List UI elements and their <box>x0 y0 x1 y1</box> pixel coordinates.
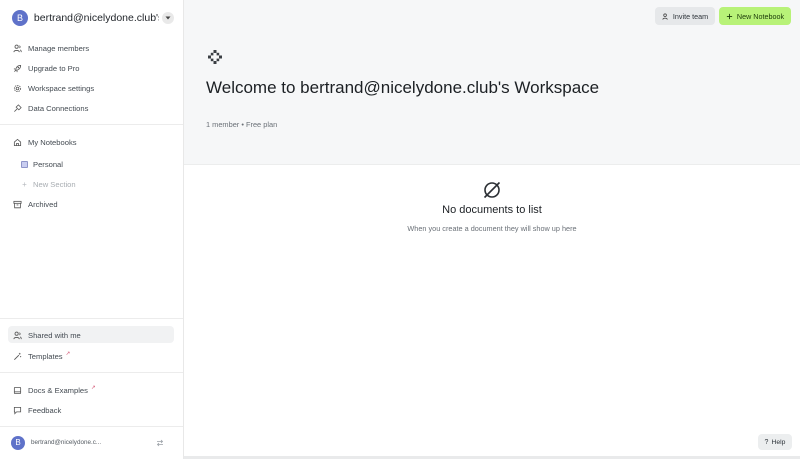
sidebar-item-label: Templates <box>28 351 63 361</box>
sidebar-item-docs-examples[interactable]: Docs & Examples ↗ <box>12 383 96 397</box>
section-personal[interactable]: Personal <box>21 157 63 171</box>
invite-team-button[interactable]: Invite team <box>655 7 715 25</box>
sidebar-divider <box>0 372 183 373</box>
help-label: Help <box>771 438 786 446</box>
sidebar-item-label: My Notebooks <box>28 137 77 147</box>
sidebar-item-label: Docs & Examples <box>28 385 88 395</box>
chat-icon <box>12 405 22 415</box>
sidebar-item-label: Workspace settings <box>28 83 95 93</box>
question-icon: ? <box>764 438 769 446</box>
sidebar-item-label: Upgrade to Pro <box>28 63 80 73</box>
external-link-icon: ↗ <box>90 384 96 391</box>
user-email: bertrand@nicelydone.c... <box>31 439 102 446</box>
archive-icon <box>12 199 22 209</box>
workspace-logo-icon <box>208 50 222 64</box>
sidebar-item-data-connections[interactable]: Data Connections <box>12 101 88 115</box>
empty-state-subtitle: When you create a document they will sho… <box>407 224 577 233</box>
sidebar: B bertrand@nicelydone.club's ... Manage … <box>0 0 184 459</box>
sidebar-item-archived[interactable]: Archived <box>12 197 58 211</box>
plug-icon <box>12 103 22 113</box>
new-notebook-label: New Notebook <box>736 11 785 21</box>
plus-icon: + <box>22 179 27 189</box>
workspace-name: bertrand@nicelydone.club's ... <box>33 12 160 24</box>
plus-icon <box>726 13 733 19</box>
new-section-button[interactable]: + New Section <box>21 177 76 191</box>
wand-icon <box>12 351 22 361</box>
sidebar-item-templates[interactable]: Templates ↗ <box>12 349 70 363</box>
sidebar-item-label: Feedback <box>28 405 62 415</box>
sidebar-item-label: Manage members <box>28 43 90 53</box>
empty-set-icon <box>483 181 501 199</box>
sidebar-item-label: Data Connections <box>28 103 89 113</box>
page-title: Welcome to bertrand@nicelydone.club's Wo… <box>206 78 600 97</box>
workspace-switcher[interactable]: B bertrand@nicelydone.club's ... <box>12 9 174 27</box>
workspace-avatar: B <box>12 10 28 26</box>
sidebar-item-label: Archived <box>28 199 58 209</box>
section-label: Personal <box>33 159 63 169</box>
workspace-hero: Invite team New Notebook Welcome to bert… <box>184 0 800 165</box>
user-account-row[interactable]: B bertrand@nicelydone.c... <box>11 435 171 450</box>
avatar: B <box>11 435 25 450</box>
rocket-icon <box>12 63 22 73</box>
sidebar-divider <box>0 426 183 427</box>
sidebar-item-my-notebooks[interactable]: My Notebooks <box>12 135 77 149</box>
sidebar-item-manage-members[interactable]: Manage members <box>12 41 89 55</box>
sidebar-item-workspace-settings[interactable]: Workspace settings <box>12 81 94 95</box>
help-button[interactable]: ? Help <box>758 434 792 450</box>
empty-state-title: No documents to list <box>442 204 542 216</box>
sidebar-divider <box>0 318 183 319</box>
section-color-swatch <box>21 160 28 168</box>
members-icon <box>12 43 22 53</box>
members-icon <box>12 330 22 340</box>
main-content: Invite team New Notebook Welcome to bert… <box>184 0 800 459</box>
new-notebook-button[interactable]: New Notebook <box>719 7 791 25</box>
home-icon <box>12 137 22 147</box>
gear-icon <box>12 83 22 93</box>
sidebar-divider <box>0 124 183 125</box>
new-section-label: New Section <box>33 179 76 189</box>
external-link-icon: ↗ <box>65 350 71 357</box>
sidebar-item-shared-with-me[interactable]: Shared with me <box>12 328 81 342</box>
chevron-down-icon[interactable] <box>162 12 174 24</box>
members-icon <box>662 13 668 20</box>
book-icon <box>12 385 22 395</box>
workspace-meta: 1 member • Free plan <box>206 120 278 129</box>
invite-label: Invite team <box>672 11 709 21</box>
sidebar-item-feedback[interactable]: Feedback <box>12 403 61 417</box>
sidebar-item-label: Shared with me <box>28 330 81 340</box>
switch-account-icon[interactable] <box>155 438 165 448</box>
sidebar-item-upgrade[interactable]: Upgrade to Pro <box>12 61 80 75</box>
